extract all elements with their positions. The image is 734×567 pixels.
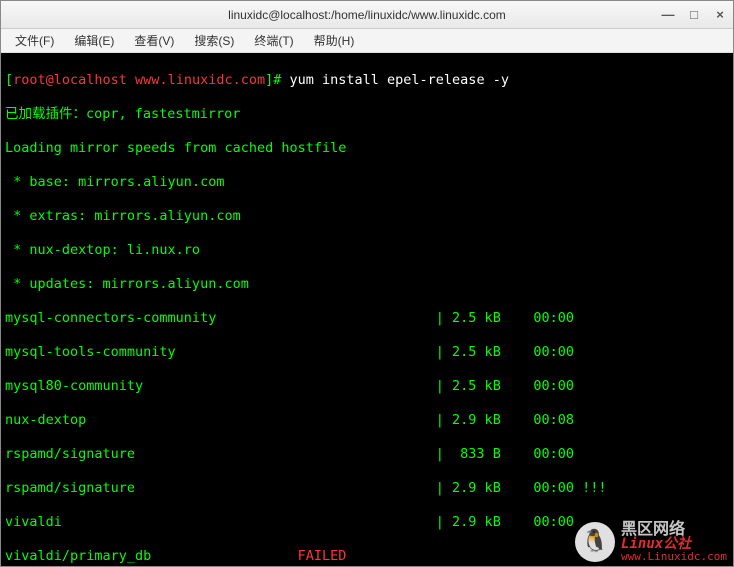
output-line: * updates: mirrors.aliyun.com — [5, 276, 729, 293]
menu-edit[interactable]: 编辑(E) — [66, 30, 122, 51]
output-line: Loading mirror speeds from cached hostfi… — [5, 140, 729, 157]
close-button[interactable]: × — [713, 8, 727, 22]
output-line: * nux-dextop: li.nux.ro — [5, 242, 729, 259]
window-title: linuxidc@localhost:/home/linuxidc/www.li… — [228, 8, 506, 22]
menu-file[interactable]: 文件(F) — [7, 30, 62, 51]
repo-row: rspamd/signature | 833 B 00:00 — [5, 446, 729, 463]
menu-view[interactable]: 查看(V) — [126, 30, 182, 51]
terminal-window: linuxidc@localhost:/home/linuxidc/www.li… — [0, 0, 734, 567]
terminal-output[interactable]: [root@localhost www.linuxidc.com]# yum i… — [1, 53, 733, 566]
command-text: yum install epel-release -y — [281, 72, 509, 88]
repo-row: mysql80-community | 2.5 kB 00:00 — [5, 378, 729, 395]
repo-row: vivaldi | 2.9 kB 00:00 — [5, 514, 729, 531]
output-line: 已加载插件：copr, fastestmirror — [5, 106, 729, 123]
failed-row: vivaldi/primary_db FAILED — [5, 548, 729, 565]
output-line: * extras: mirrors.aliyun.com — [5, 208, 729, 225]
output-line: * base: mirrors.aliyun.com — [5, 174, 729, 191]
repo-row: mysql-tools-community | 2.5 kB 00:00 — [5, 344, 729, 361]
minimize-button[interactable]: — — [661, 8, 675, 22]
window-controls: — □ × — [661, 8, 727, 22]
menu-help[interactable]: 帮助(H) — [306, 30, 363, 51]
titlebar: linuxidc@localhost:/home/linuxidc/www.li… — [1, 1, 733, 29]
repo-row: rspamd/signature | 2.9 kB 00:00 !!! — [5, 480, 729, 497]
prompt-close: ]# — [265, 72, 281, 88]
repo-row: nux-dextop | 2.9 kB 00:08 — [5, 412, 729, 429]
menu-terminal[interactable]: 终端(T) — [246, 30, 301, 51]
menu-search[interactable]: 搜索(S) — [186, 30, 242, 51]
prompt-open: [ — [5, 72, 13, 88]
failed-status: FAILED — [298, 548, 347, 564]
maximize-button[interactable]: □ — [687, 8, 701, 22]
prompt-user: root@localhost www.linuxidc.com — [13, 72, 265, 88]
repo-row: mysql-connectors-community | 2.5 kB 00:0… — [5, 310, 729, 327]
menubar: 文件(F) 编辑(E) 查看(V) 搜索(S) 终端(T) 帮助(H) — [1, 29, 733, 53]
